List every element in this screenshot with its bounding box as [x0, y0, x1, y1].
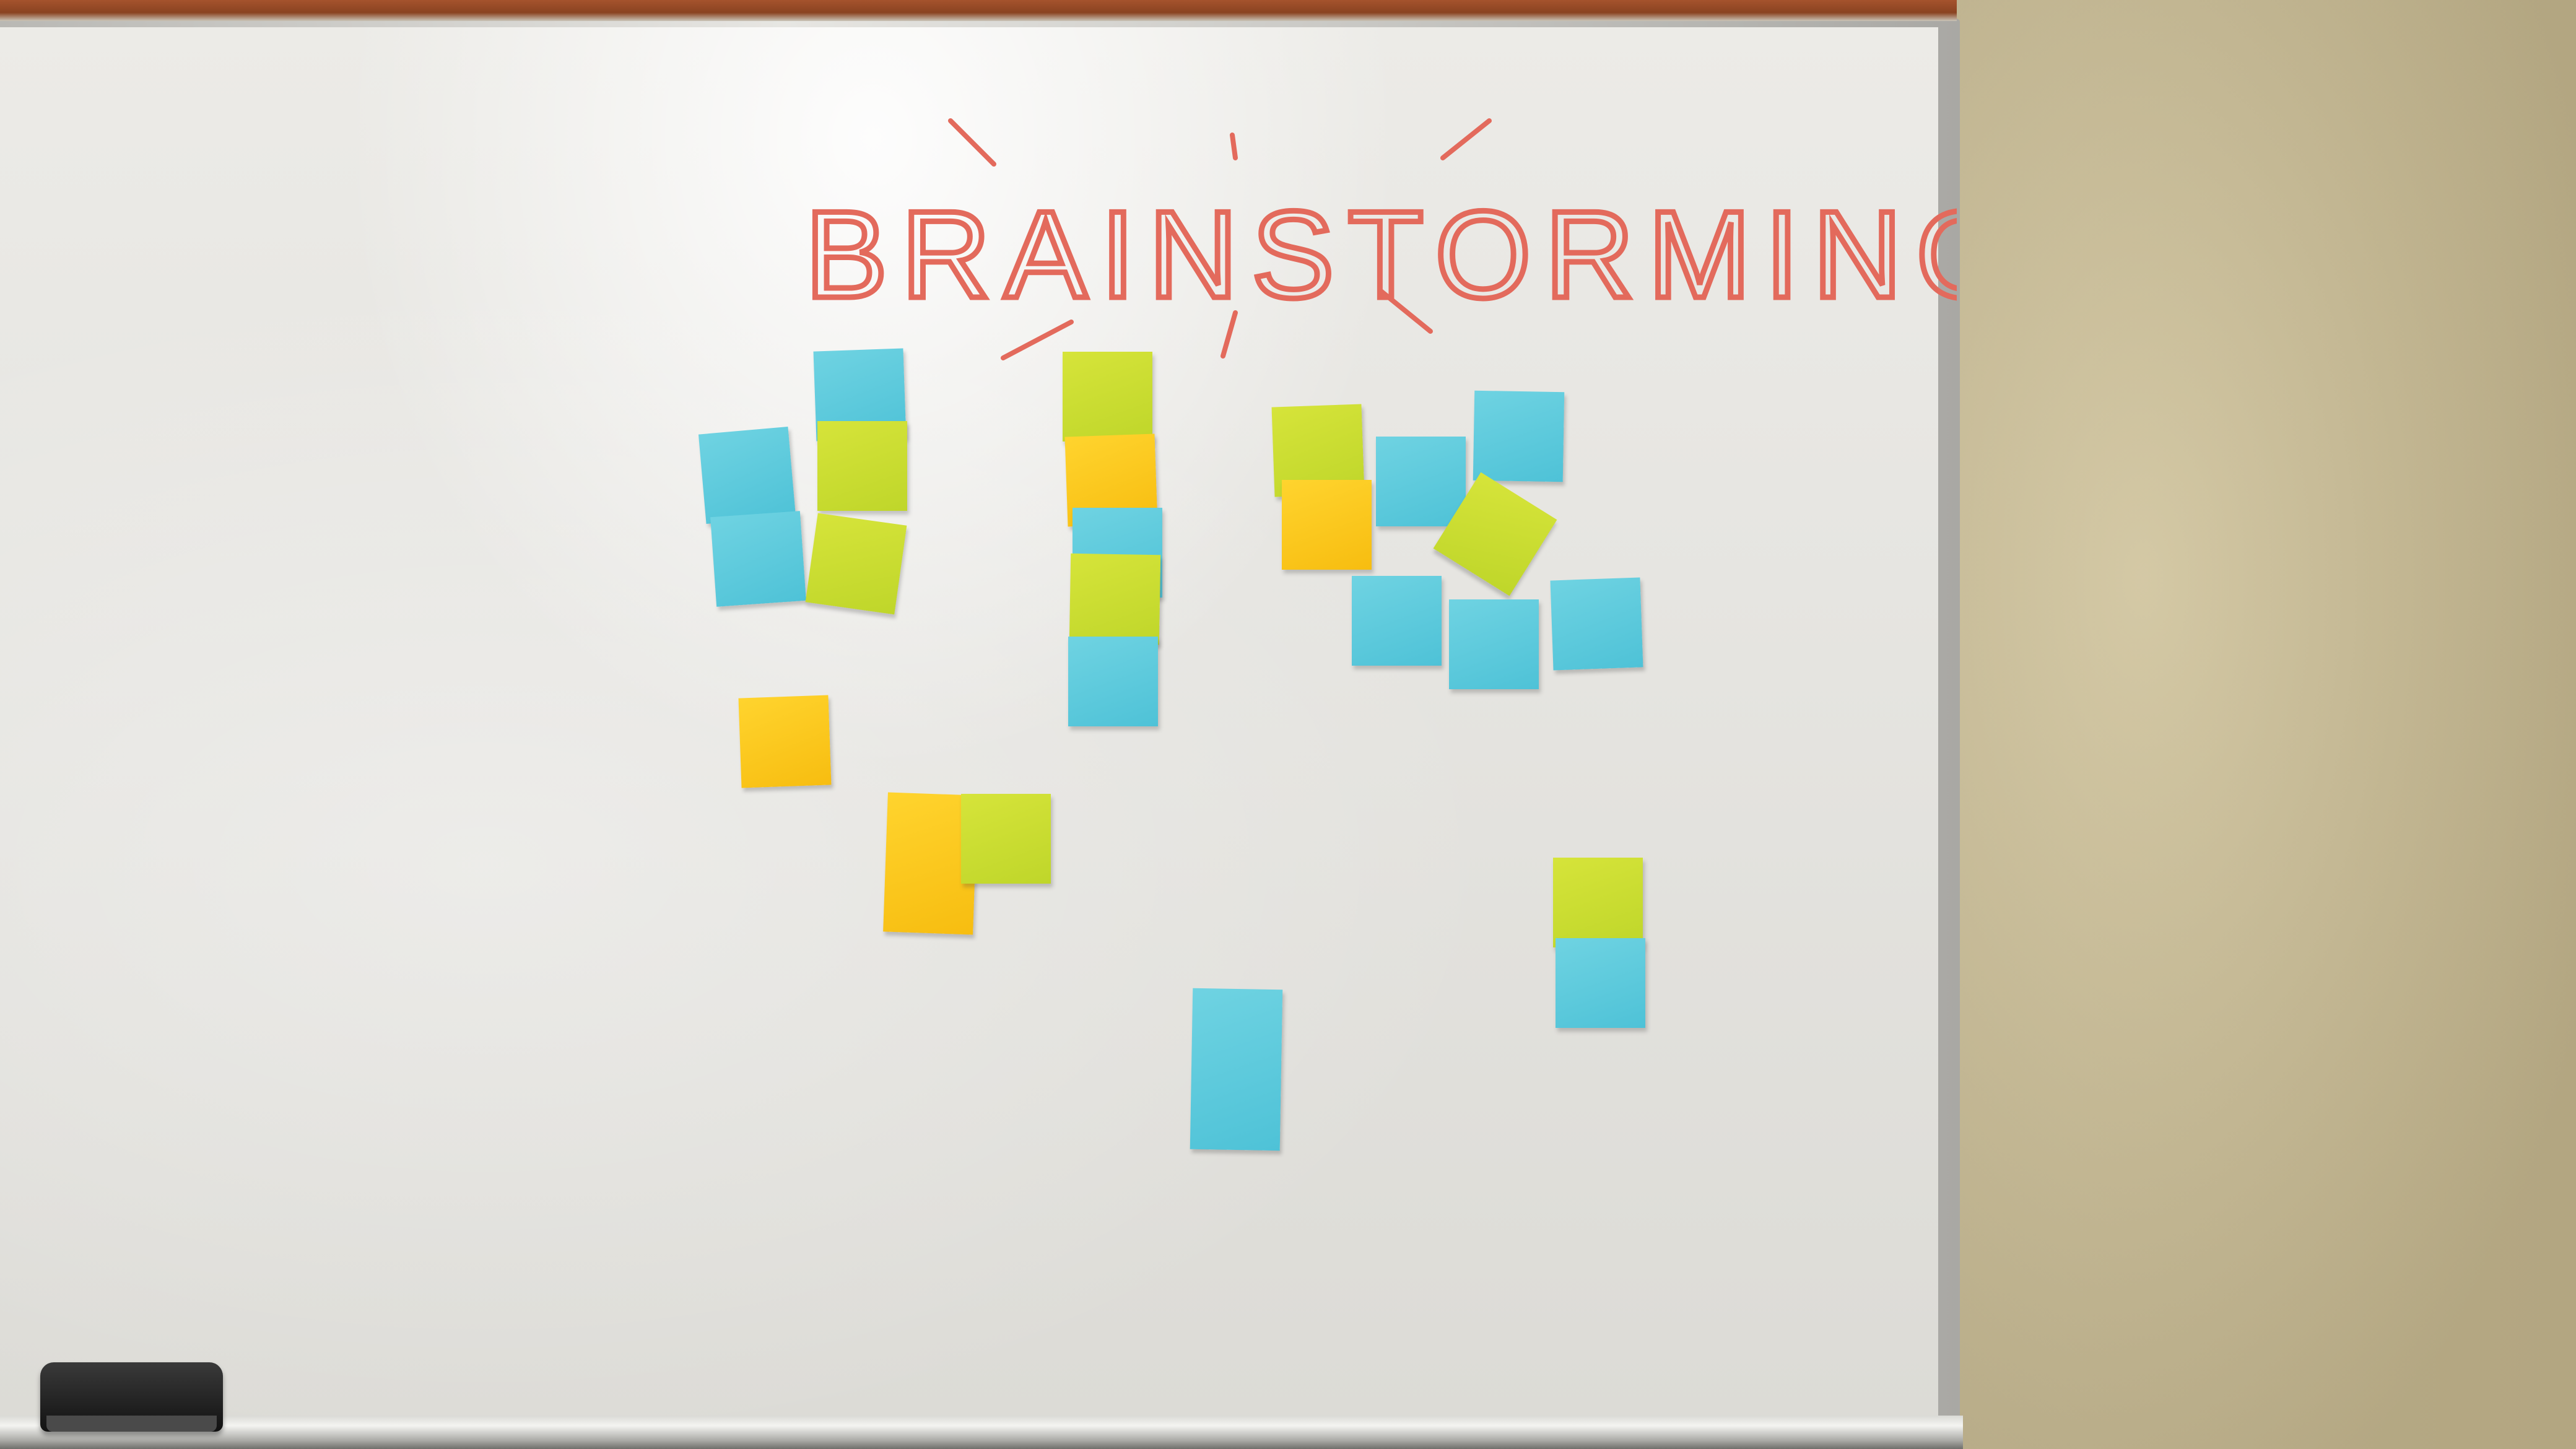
marker-tray: [0, 1416, 1963, 1449]
sticky-note[interactable]: [738, 695, 832, 788]
sticky-note[interactable]: [710, 511, 806, 607]
sticky-note[interactable]: [698, 426, 796, 524]
sticky-note[interactable]: [1449, 599, 1539, 689]
sticky-note[interactable]: [1352, 576, 1442, 666]
sticky-note[interactable]: [1550, 577, 1643, 671]
sticky-note[interactable]: [1556, 938, 1645, 1028]
sticky-note[interactable]: [1063, 352, 1152, 442]
sticky-note[interactable]: [805, 513, 907, 615]
sticky-note[interactable]: [1376, 437, 1466, 526]
sticky-note[interactable]: [1068, 637, 1158, 726]
sticky-note[interactable]: [1282, 480, 1372, 570]
whiteboard-eraser[interactable]: [40, 1362, 223, 1432]
board-title: BRAINSTORMING: [805, 186, 1957, 324]
title-drawing: BRAINSTORMING: [803, 118, 1957, 360]
sticky-note[interactable]: [961, 794, 1051, 884]
sticky-note[interactable]: [1473, 390, 1565, 482]
wall: [1957, 0, 2576, 1449]
sticky-note[interactable]: [1553, 858, 1643, 947]
sticky-note[interactable]: [1069, 553, 1161, 645]
sticky-note[interactable]: [817, 421, 907, 511]
sticky-note[interactable]: [1190, 988, 1283, 1151]
